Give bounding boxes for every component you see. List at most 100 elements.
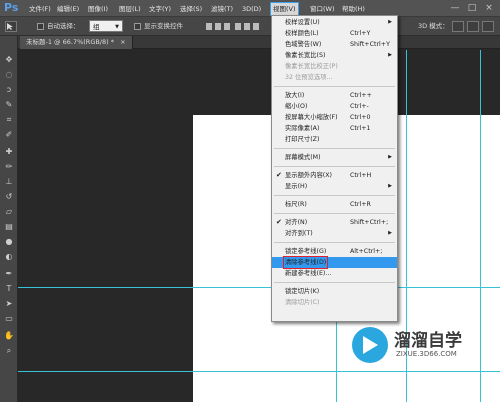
healing-brush-tool-icon[interactable]: ✚	[3, 146, 15, 158]
view-menu-dropdown: 校样设置(U) ▶ 校样颜色(L) Ctrl+Y 色域警告(W) Shift+Ctrl…	[271, 15, 398, 322]
watermark: 溜溜自学 ZIXUE.3D66.COM	[352, 322, 500, 378]
menu-item-shortcut: Ctrl+Y	[350, 30, 371, 37]
menu-separator	[274, 213, 395, 214]
menu-layer[interactable]: 图层(L)	[117, 3, 143, 15]
menu-item-gamut-warning[interactable]: 色域警告(W) Shift+Ctrl+Y	[272, 39, 397, 50]
menu-file[interactable]: 文件(F)	[27, 3, 53, 15]
menu-view[interactable]: 视图(V)	[270, 2, 299, 16]
menu-item-label: 缩小(O)	[285, 103, 308, 110]
eraser-tool-icon[interactable]: ▱	[3, 206, 15, 218]
menu-filter[interactable]: 滤镜(T)	[209, 3, 235, 15]
3d-rotate-icon[interactable]	[452, 21, 464, 32]
menu-3d[interactable]: 3D(D)	[240, 3, 263, 15]
clone-stamp-tool-icon[interactable]: ⊥	[3, 176, 15, 188]
menu-item-label: 对齐到(T)	[285, 230, 313, 237]
dodge-tool-icon[interactable]: ◐	[3, 251, 15, 263]
eyedropper-tool-icon[interactable]: ✐	[3, 129, 15, 141]
pen-tool-icon[interactable]: ✒	[3, 268, 15, 280]
shape-tool-icon[interactable]: ▭	[3, 313, 15, 325]
submenu-arrow-icon: ▶	[388, 230, 392, 236]
menu-item-shortcut: Ctrl+0	[350, 114, 371, 121]
zoom-tool-icon[interactable]: ⌕	[3, 345, 15, 357]
menu-item-shortcut: Ctrl+H	[350, 172, 372, 179]
menu-item-proof-setup[interactable]: 校样设置(U) ▶	[272, 17, 397, 28]
menu-item-snap-to[interactable]: 对齐到(T) ▶	[272, 228, 397, 239]
menu-item-pixel-aspect-ratio[interactable]: 像素长宽比(S) ▶	[272, 50, 397, 61]
menu-item-zoom-in[interactable]: 放大(I) Ctrl++	[272, 90, 397, 101]
menu-item-lock-guides[interactable]: 锁定参考线(G) Alt+Ctrl+;	[272, 246, 397, 257]
submenu-arrow-icon: ▶	[388, 154, 392, 160]
play-logo-icon	[352, 327, 388, 363]
hand-tool-icon[interactable]: ✋	[3, 330, 15, 342]
menu-item-label: 像素长宽比校正(P)	[285, 63, 338, 70]
3d-roll-icon[interactable]	[467, 21, 479, 32]
maximize-icon[interactable]: □	[465, 2, 479, 14]
mode-3d-label: 3D 模式：	[418, 22, 449, 30]
3d-pan-icon[interactable]	[482, 21, 494, 32]
menu-help[interactable]: 帮助(H)	[340, 3, 367, 15]
menu-item-label: 对齐(N)	[285, 219, 308, 226]
lasso-tool-icon[interactable]: ↄ	[3, 84, 15, 96]
menu-item-label: 清除切片(C)	[285, 299, 320, 306]
quick-select-tool-icon[interactable]: ✎	[3, 99, 15, 111]
path-select-tool-icon[interactable]: ➤	[3, 298, 15, 310]
checkmark-icon: ✔	[276, 218, 282, 226]
guide-horizontal[interactable]	[18, 287, 500, 288]
document-tab-title: 未标题-1 @ 66.7%(RGB/8) *	[26, 38, 114, 46]
close-icon[interactable]: ×	[482, 2, 496, 14]
blur-tool-icon[interactable]: ●	[3, 236, 15, 248]
menu-item-shortcut: Alt+Ctrl+;	[350, 248, 383, 255]
menu-item-clear-guides[interactable]: 清除参考线(D)	[272, 256, 397, 269]
align-icons-group[interactable]	[205, 21, 265, 32]
document-tab[interactable]: 未标题-1 @ 66.7%(RGB/8) * ×	[20, 36, 133, 49]
menu-item-label: 色域警告(W)	[285, 41, 322, 48]
menu-separator	[274, 195, 395, 196]
menu-item-actual-pixels[interactable]: 实际像素(A) Ctrl+1	[272, 123, 397, 134]
menu-item-snap[interactable]: ✔ 对齐(N) Shift+Ctrl+;	[272, 217, 397, 228]
watermark-title: 溜溜自学	[394, 331, 462, 351]
crop-tool-icon[interactable]: ⌗	[3, 114, 15, 126]
history-brush-tool-icon[interactable]: ↺	[3, 191, 15, 203]
type-tool-icon[interactable]: T	[3, 283, 15, 295]
menu-item-label: 像素长宽比(S)	[285, 52, 326, 59]
auto-select-label: 自动选择：	[47, 22, 80, 30]
menu-window[interactable]: 窗口(W)	[308, 3, 337, 15]
menu-item-label: 按屏幕大小缩放(F)	[285, 114, 338, 121]
brush-tool-icon[interactable]: ✏	[3, 161, 15, 173]
menu-item-print-size[interactable]: 打印尺寸(Z)	[272, 134, 397, 145]
menu-item-show[interactable]: 显示(H) ▶	[272, 181, 397, 192]
menu-item-shortcut: Shift+Ctrl+;	[350, 219, 389, 226]
menu-item-proof-colors[interactable]: 校样颜色(L) Ctrl+Y	[272, 28, 397, 39]
auto-select-dropdown[interactable]: 组 ▼	[89, 20, 123, 32]
menu-item-fit-on-screen[interactable]: 按屏幕大小缩放(F) Ctrl+0	[272, 112, 397, 123]
marquee-tool-icon[interactable]: ◌	[3, 69, 15, 81]
menu-type[interactable]: 文字(Y)	[147, 3, 173, 15]
menu-item-lock-slices[interactable]: 锁定切片(K)	[272, 286, 397, 297]
chevron-down-icon: ▼	[115, 24, 119, 30]
menu-select[interactable]: 选择(S)	[178, 3, 204, 15]
menu-item-rulers[interactable]: 标尺(R) Ctrl+R	[272, 199, 397, 210]
menu-edit[interactable]: 编辑(E)	[55, 3, 81, 15]
menu-item-zoom-out[interactable]: 缩小(O) Ctrl+-	[272, 101, 397, 112]
menu-item-new-guide[interactable]: 新建参考线(E)...	[272, 268, 397, 279]
menu-item-label: 标尺(R)	[285, 201, 307, 208]
submenu-arrow-icon: ▶	[388, 183, 392, 189]
show-transform-checkbox[interactable]	[134, 23, 141, 30]
auto-select-checkbox[interactable]	[37, 23, 44, 30]
menu-item-pixel-aspect-correction: 像素长宽比校正(P)	[272, 61, 397, 72]
menu-item-shortcut: Ctrl+R	[350, 201, 371, 208]
document-tabbar: 未标题-1 @ 66.7%(RGB/8) * ×	[18, 36, 500, 49]
show-transform-label: 显示变换控件	[144, 22, 183, 30]
tab-close-icon[interactable]: ×	[120, 38, 125, 46]
menu-image[interactable]: 图像(I)	[86, 3, 110, 15]
checkmark-icon: ✔	[276, 171, 282, 179]
menu-item-extras[interactable]: ✔ 显示额外内容(X) Ctrl+H	[272, 170, 397, 181]
gradient-tool-icon[interactable]: ▤	[3, 221, 15, 233]
menu-item-shortcut: Ctrl+1	[350, 125, 371, 132]
minimize-icon[interactable]: —	[448, 2, 462, 14]
menu-item-screen-mode[interactable]: 屏幕模式(M) ▶	[272, 152, 397, 163]
move-tool-preset-icon[interactable]	[5, 21, 17, 32]
move-tool-icon[interactable]: ✥	[3, 54, 15, 66]
menu-item-clear-slices: 清除切片(C)	[272, 297, 397, 308]
menu-item-label: 实际像素(A)	[285, 125, 320, 132]
